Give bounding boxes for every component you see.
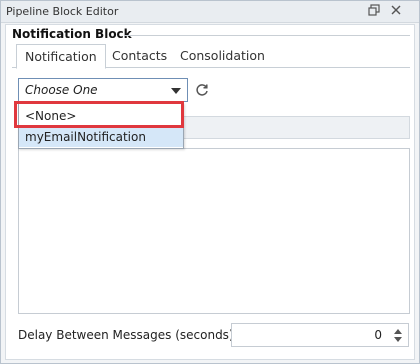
window-title: Pipeline Block Editor	[6, 5, 119, 18]
tab-contacts[interactable]: Contacts	[104, 44, 175, 68]
tab-consolidation[interactable]: Consolidation	[172, 44, 273, 68]
dropdown-option-myemailnotification[interactable]: myEmailNotification	[19, 127, 183, 147]
dropdown-selected-value: Choose One	[25, 83, 98, 97]
notification-detail-header	[184, 116, 410, 139]
delay-stepper[interactable]: 0	[231, 323, 409, 347]
tab-notification[interactable]: Notification	[16, 44, 106, 69]
section-title: Notification Block	[12, 27, 136, 41]
notification-profile-dropdown[interactable]: Choose One	[18, 78, 188, 102]
pipeline-block-editor-window: Pipeline Block Editor Notification Block…	[0, 0, 420, 364]
tab-bar: Notification Contacts Consolidation	[12, 44, 410, 69]
chevron-down-icon[interactable]	[171, 88, 181, 94]
notification-block-panel: Notification Block Notification Contacts…	[5, 24, 415, 360]
notification-detail-area[interactable]	[18, 148, 410, 314]
restore-icon[interactable]	[367, 4, 381, 18]
delay-label: Delay Between Messages (seconds):	[18, 328, 238, 342]
section-divider	[124, 35, 410, 36]
delay-value[interactable]: 0	[374, 328, 382, 342]
refresh-icon[interactable]	[194, 82, 210, 98]
spin-down-icon[interactable]	[394, 337, 402, 342]
spin-up-icon[interactable]	[394, 329, 402, 334]
highlight-annotation	[14, 101, 184, 128]
close-icon[interactable]	[389, 4, 403, 18]
title-bar: Pipeline Block Editor	[1, 1, 419, 23]
